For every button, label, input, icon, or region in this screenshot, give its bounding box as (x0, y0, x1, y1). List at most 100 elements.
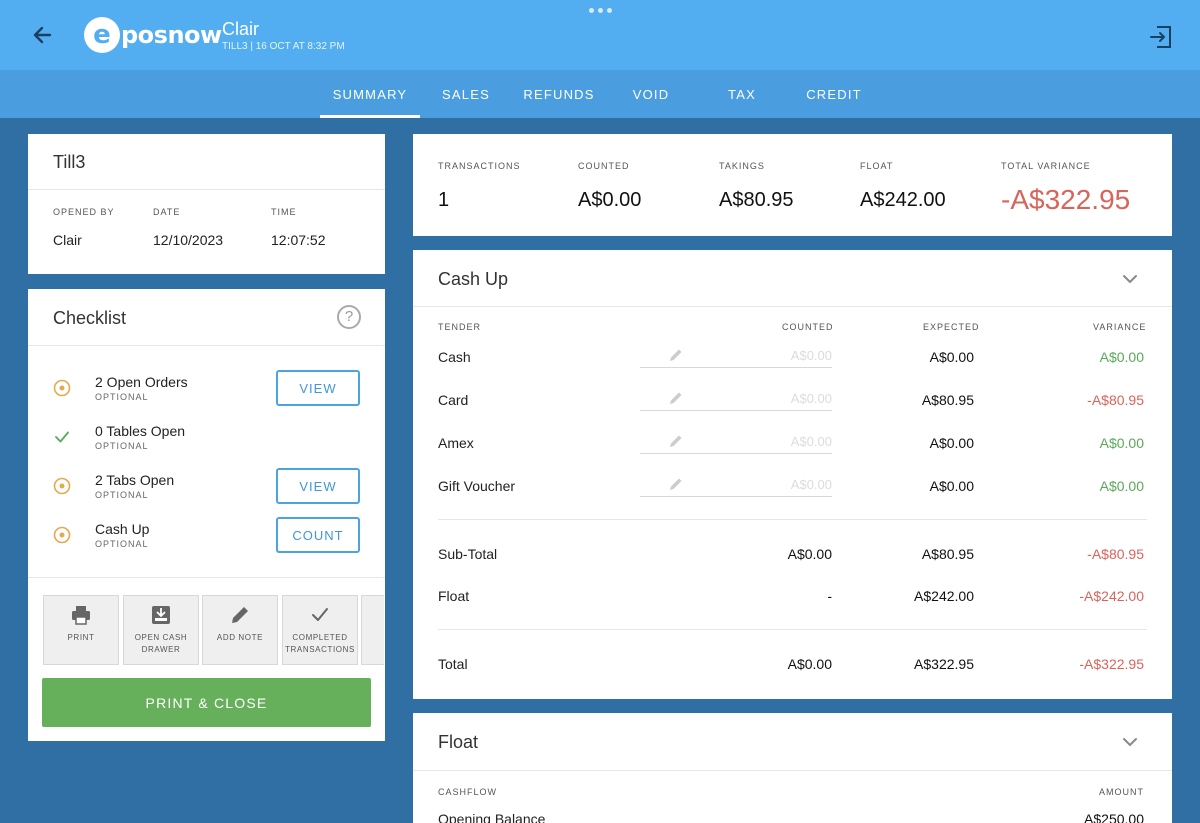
total-label: Total (438, 656, 468, 672)
float-row-expected: A$242.00 (914, 588, 974, 604)
count-cash-up-button[interactable]: COUNT (276, 517, 360, 553)
open-cash-drawer-button[interactable]: OPEN CASH DRAWER (123, 595, 199, 665)
subtotal-expected: A$80.95 (921, 546, 974, 562)
counted-input-gift-voucher[interactable]: A$0.00 (640, 475, 832, 497)
float-row-label: Float (438, 588, 470, 604)
check-status-icon (55, 431, 69, 443)
tab-summary[interactable]: SUMMARY (320, 70, 420, 118)
history-button[interactable]: H (361, 595, 384, 665)
tender-name: Amex (438, 435, 474, 451)
pending-status-icon (53, 379, 71, 397)
printer-icon (72, 606, 90, 625)
pending-status-icon (53, 526, 71, 544)
date-value: 12/10/2023 (153, 232, 224, 248)
counted-placeholder: A$0.00 (790, 477, 832, 492)
counted-input-card[interactable]: A$0.00 (640, 389, 832, 411)
tab-credit[interactable]: CREDIT (800, 70, 868, 118)
summary-stats-card: TRANSACTIONS 1 COUNTED A$0.00 TAKINGS A$… (413, 134, 1172, 236)
float-value: A$242.00 (860, 189, 946, 211)
time-value: 12:07:52 (271, 232, 326, 248)
expected-value: A$0.00 (929, 349, 974, 365)
variance-value: -A$80.95 (1087, 392, 1144, 408)
variance-value: A$0.00 (1099, 478, 1144, 494)
pencil-icon (670, 349, 682, 361)
subtotal-label: Sub-Total (438, 546, 498, 562)
tender-name: Card (438, 392, 469, 408)
checklist-item-title: 2 Open Orders (95, 374, 188, 390)
total-expected: A$322.95 (914, 656, 974, 672)
expected-value: A$80.95 (921, 392, 974, 408)
float-label: FLOAT (860, 161, 894, 171)
app-header: e posnow Clair TILL3 | 16 OCT AT 8:32 PM (0, 0, 1200, 70)
more-dots-icon[interactable] (589, 8, 612, 13)
pencil-icon (670, 392, 682, 404)
counted-input-cash[interactable]: A$0.00 (640, 346, 832, 368)
print-button[interactable]: PRINT (43, 595, 119, 665)
add-note-button[interactable]: ADD NOTE (202, 595, 278, 665)
exit-icon[interactable] (1148, 24, 1174, 50)
counted-column-header: COUNTED (782, 322, 834, 332)
total-counted: A$0.00 (787, 656, 832, 672)
pending-status-icon (53, 477, 71, 495)
counted-label: COUNTED (578, 161, 630, 171)
opening-balance-label: Opening Balance (438, 811, 546, 823)
transactions-label: TRANSACTIONS (438, 161, 521, 171)
counted-placeholder: A$0.00 (790, 434, 832, 449)
time-label: TIME (271, 207, 297, 217)
action-label: PRINT (67, 633, 95, 642)
divider (413, 770, 1172, 771)
checklist-title: Checklist (53, 308, 127, 328)
print-close-button[interactable]: PRINT & CLOSE (42, 678, 371, 727)
total-variance: -A$322.95 (1079, 656, 1144, 672)
divider (28, 345, 385, 346)
arrow-left-icon[interactable] (28, 20, 58, 50)
checklist-item-sub: OPTIONAL (95, 490, 149, 500)
action-label: COMPLETED TRANSACTIONS (285, 633, 355, 654)
subtotal-counted: A$0.00 (787, 546, 832, 562)
chevron-down-icon[interactable] (1119, 268, 1141, 290)
tender-name: Gift Voucher (438, 478, 516, 494)
action-tiles: PRINT OPEN CASH DRAWER ADD NOTE COMPLETE… (43, 595, 384, 665)
tender-column-header: TENDER (438, 322, 482, 332)
float-title: Float (438, 732, 479, 752)
opened-by-label: OPENED BY (53, 207, 115, 217)
opened-by-value: Clair (53, 232, 82, 248)
variance-value: A$0.00 (1099, 435, 1144, 451)
counted-value: A$0.00 (578, 189, 642, 211)
date-label: DATE (153, 207, 181, 217)
view-open-orders-button[interactable]: VIEW (276, 370, 360, 406)
tab-tax[interactable]: TAX (722, 70, 762, 118)
checklist-item-title: Cash Up (95, 521, 150, 537)
counted-input-amex[interactable]: A$0.00 (640, 432, 832, 454)
opening-balance-amount: A$250.00 (1084, 811, 1144, 823)
divider (438, 519, 1147, 520)
tab-void[interactable]: VOID (626, 70, 676, 118)
divider (413, 306, 1172, 307)
pencil-icon (232, 607, 248, 623)
checklist-item-sub: OPTIONAL (95, 539, 149, 549)
divider (28, 189, 385, 190)
view-tabs-button[interactable]: VIEW (276, 468, 360, 504)
cashflow-column-header: CASHFLOW (438, 787, 498, 797)
checklist-card: Checklist ? 2 Open Orders OPTIONAL VIEW … (28, 289, 385, 741)
action-label: OPEN CASH DRAWER (134, 633, 188, 654)
cash-up-card: Cash Up TENDER COUNTED EXPECTED VARIANCE… (413, 250, 1172, 699)
variance-value: A$0.00 (1099, 349, 1144, 365)
subtotal-variance: -A$80.95 (1087, 546, 1144, 562)
chevron-down-icon[interactable] (1119, 731, 1141, 753)
pencil-icon (670, 478, 682, 490)
tab-bar: SUMMARY SALES REFUNDS VOID TAX CREDIT (0, 70, 1200, 118)
checklist-item-title: 2 Tabs Open (95, 472, 175, 488)
amount-column-header: AMOUNT (1099, 787, 1144, 797)
takings-label: TAKINGS (719, 161, 765, 171)
user-name: Clair (222, 19, 260, 39)
takings-value: A$80.95 (719, 189, 794, 211)
total-variance-value: -A$322.95 (1001, 184, 1131, 215)
completed-transactions-button[interactable]: COMPLETED TRANSACTIONS (282, 595, 358, 665)
help-icon[interactable]: ? (337, 305, 361, 329)
expected-value: A$0.00 (929, 435, 974, 451)
tab-refunds[interactable]: REFUNDS (518, 70, 600, 118)
pencil-icon (670, 435, 682, 447)
counted-placeholder: A$0.00 (790, 391, 832, 406)
tab-sales[interactable]: SALES (436, 70, 496, 118)
